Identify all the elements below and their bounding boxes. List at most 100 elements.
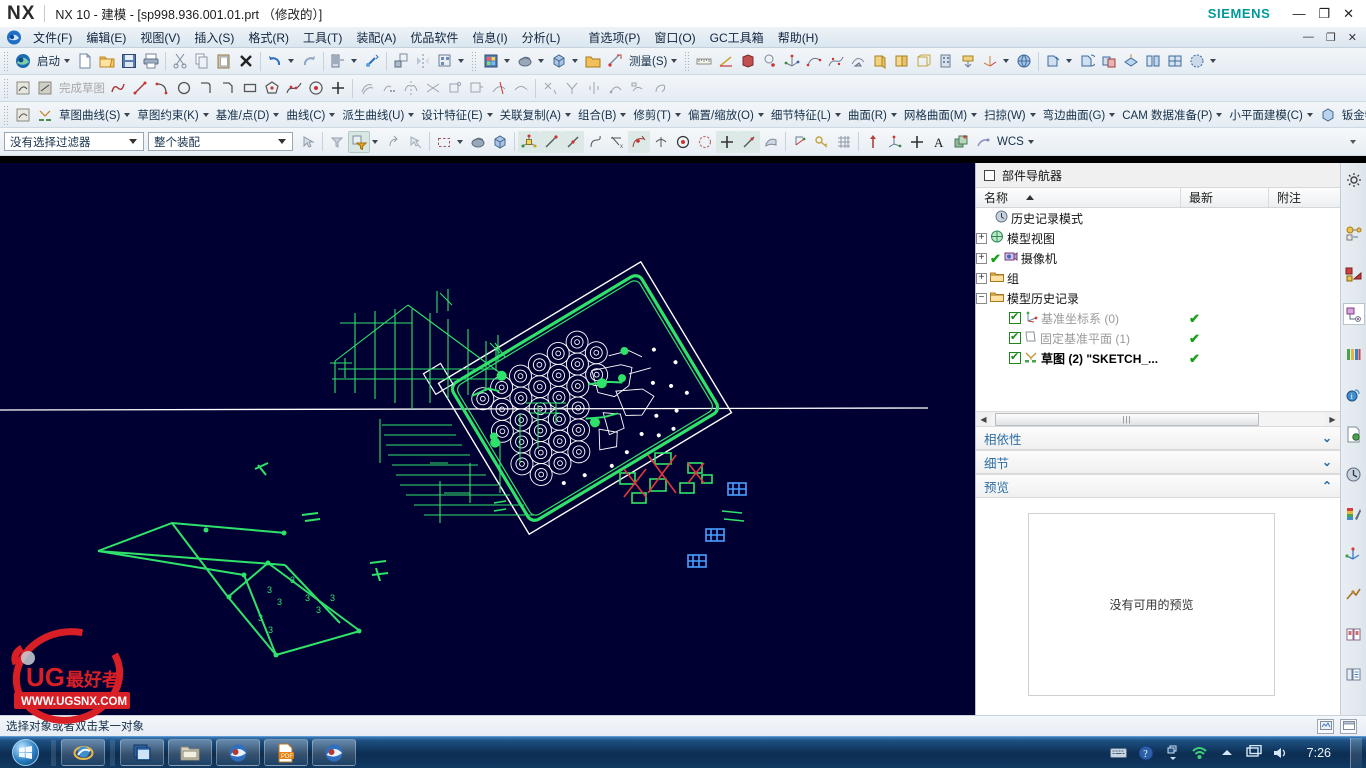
constraint-navigator-icon[interactable] bbox=[1343, 263, 1365, 285]
vector-icon[interactable] bbox=[862, 131, 884, 153]
measure-icon[interactable] bbox=[604, 50, 626, 72]
column-header-newest[interactable]: 最新 bbox=[1181, 188, 1269, 207]
extrude-icon[interactable] bbox=[1042, 50, 1064, 72]
group-flange-surface-label[interactable]: 弯边曲面(G) bbox=[1040, 107, 1108, 123]
table-row[interactable]: − 模型历史记录 bbox=[976, 288, 1340, 308]
wcs-dynamics-icon[interactable] bbox=[979, 50, 1001, 72]
selection-priority-chevron-down-icon[interactable] bbox=[372, 139, 378, 144]
render-style-icon[interactable] bbox=[480, 50, 502, 72]
group-surface-chevron-down-icon[interactable] bbox=[890, 112, 897, 117]
toolbar-grip[interactable] bbox=[3, 78, 9, 98]
minimize-button[interactable]: — bbox=[1292, 7, 1305, 20]
column-header-name[interactable]: 名称 bbox=[976, 188, 1181, 207]
group-design-feature-label[interactable]: 设计特征(E) bbox=[418, 107, 484, 123]
scroll-right-icon[interactable]: ▶ bbox=[1325, 412, 1340, 426]
table-row[interactable]: 基准坐标系 (0) ✔ bbox=[976, 308, 1340, 328]
menu-youpin[interactable]: 优品软件 bbox=[403, 28, 465, 47]
csys-icon[interactable] bbox=[884, 131, 906, 153]
pattern-face-icon[interactable] bbox=[1164, 50, 1186, 72]
relation-browser-icon[interactable] bbox=[649, 77, 671, 99]
taskbar-clock[interactable]: 7:26 bbox=[1299, 746, 1339, 760]
layer-navigator-icon[interactable] bbox=[1343, 663, 1365, 685]
face-snap-icon[interactable] bbox=[760, 131, 782, 153]
section-preview[interactable]: 预览 ⌃ bbox=[976, 474, 1340, 498]
wcs-label[interactable]: WCS bbox=[994, 136, 1026, 148]
taskbar-item-nx[interactable] bbox=[216, 739, 260, 766]
selection-priority-icon[interactable] bbox=[348, 130, 370, 153]
ruler-icon[interactable] bbox=[693, 50, 715, 72]
help-icon[interactable]: ? bbox=[1137, 744, 1155, 762]
up-arrow-icon[interactable] bbox=[1218, 744, 1236, 762]
undo-chevron-down-icon[interactable] bbox=[288, 59, 294, 63]
sketch-in-task-icon[interactable] bbox=[12, 77, 34, 99]
part-navigator-tree[interactable]: 名称 最新 附注 历史记录模式 + 模型视图 + ✔ 摄像机 + 组 − 模型历… bbox=[976, 187, 1340, 411]
group-surface-label[interactable]: 曲面(R) bbox=[845, 107, 889, 123]
group-offset-scale-label[interactable]: 偏置/缩放(O) bbox=[685, 107, 756, 123]
menu-analysis[interactable]: 分析(L) bbox=[515, 28, 568, 47]
shell-icon[interactable] bbox=[869, 50, 891, 72]
paste-icon[interactable] bbox=[213, 50, 235, 72]
layer-settings-icon[interactable] bbox=[950, 131, 972, 153]
chevron-down-icon[interactable] bbox=[129, 139, 137, 144]
text-icon[interactable]: A bbox=[928, 131, 950, 153]
make-symmetric-icon[interactable] bbox=[583, 77, 605, 99]
sketch-task-env-icon[interactable] bbox=[12, 104, 34, 126]
group-mesh-surface-chevron-down-icon[interactable] bbox=[971, 112, 978, 117]
taskbar-item-explorer[interactable] bbox=[168, 739, 212, 766]
hd3d-tools-icon[interactable] bbox=[1343, 623, 1365, 645]
transform-icon[interactable] bbox=[390, 50, 412, 72]
offset-curve-icon[interactable] bbox=[356, 77, 378, 99]
control-point-snap-icon[interactable] bbox=[584, 131, 606, 153]
history-file-icon[interactable] bbox=[1343, 423, 1365, 445]
cut-icon[interactable] bbox=[169, 50, 191, 72]
group-sketch-constraint-chevron-down-icon[interactable] bbox=[202, 112, 209, 117]
layer-folder-icon[interactable] bbox=[582, 50, 604, 72]
group-derived-curve-chevron-down-icon[interactable] bbox=[408, 112, 415, 117]
table-row[interactable]: 草图 (2) "SKETCH_... ✔ bbox=[976, 348, 1340, 368]
taskbar-item-pdf[interactable]: PDF bbox=[264, 739, 308, 766]
wcs-orient-icon[interactable] bbox=[789, 131, 811, 153]
delete-icon[interactable] bbox=[235, 50, 257, 72]
animate-dimension-icon[interactable] bbox=[605, 77, 627, 99]
copy-icon[interactable] bbox=[191, 50, 213, 72]
existing-point-snap-icon[interactable] bbox=[672, 131, 694, 153]
section-dependencies[interactable]: 相依性 ⌄ bbox=[976, 426, 1340, 450]
quick-extend-icon[interactable] bbox=[510, 77, 532, 99]
sweep-icon[interactable] bbox=[847, 50, 869, 72]
measure-chevron-down-icon[interactable] bbox=[671, 59, 678, 63]
close-button[interactable]: ✕ bbox=[1343, 7, 1354, 20]
spline-icon[interactable] bbox=[825, 50, 847, 72]
panel-pin-icon[interactable] bbox=[984, 169, 995, 181]
sketch-icon[interactable] bbox=[34, 104, 56, 126]
box-icon[interactable] bbox=[548, 50, 570, 72]
shaded-icon[interactable] bbox=[514, 50, 536, 72]
sphere-pattern-icon[interactable] bbox=[1186, 50, 1208, 72]
section-details[interactable]: 细节 ⌄ bbox=[976, 450, 1340, 474]
group-trim-label[interactable]: 修剪(T) bbox=[630, 107, 673, 123]
selection-filter-dropdown[interactable]: 没有选择过滤器 bbox=[4, 132, 144, 151]
process-studio-icon[interactable] bbox=[1343, 583, 1365, 605]
move-object-icon[interactable] bbox=[382, 131, 404, 153]
model-tree-icon[interactable] bbox=[327, 50, 349, 72]
building-icon[interactable] bbox=[935, 50, 957, 72]
deselect-icon[interactable] bbox=[404, 131, 426, 153]
midpoint-snap-icon[interactable] bbox=[562, 130, 584, 153]
group-design-feature-chevron-down-icon[interactable] bbox=[486, 112, 493, 117]
menu-edit[interactable]: 编辑(E) bbox=[79, 28, 133, 47]
sphere-pattern-chevron-down-icon[interactable] bbox=[1210, 59, 1217, 63]
group-facet-modeling-label[interactable]: 小平面建模(C) bbox=[1226, 107, 1304, 123]
taskbar-item-nx-2[interactable] bbox=[312, 739, 356, 766]
line-icon[interactable] bbox=[129, 77, 151, 99]
selection-bar-overflow-chevron-down-icon[interactable] bbox=[1350, 139, 1356, 144]
show-desktop-button[interactable] bbox=[1350, 737, 1362, 768]
display-constraints-icon[interactable] bbox=[627, 77, 649, 99]
key-icon[interactable] bbox=[811, 131, 833, 153]
group-mesh-surface-label[interactable]: 网格曲面(M) bbox=[901, 107, 969, 123]
wireframe-box-icon[interactable] bbox=[913, 50, 935, 72]
group-flange-surface-chevron-down-icon[interactable] bbox=[1109, 112, 1116, 117]
group-cam-chevron-down-icon[interactable] bbox=[1216, 112, 1223, 117]
datum-csys-snap-icon[interactable] bbox=[518, 130, 540, 153]
group-combine-chevron-down-icon[interactable] bbox=[620, 112, 627, 117]
new-icon[interactable] bbox=[74, 50, 96, 72]
unite-icon[interactable] bbox=[1098, 50, 1120, 72]
